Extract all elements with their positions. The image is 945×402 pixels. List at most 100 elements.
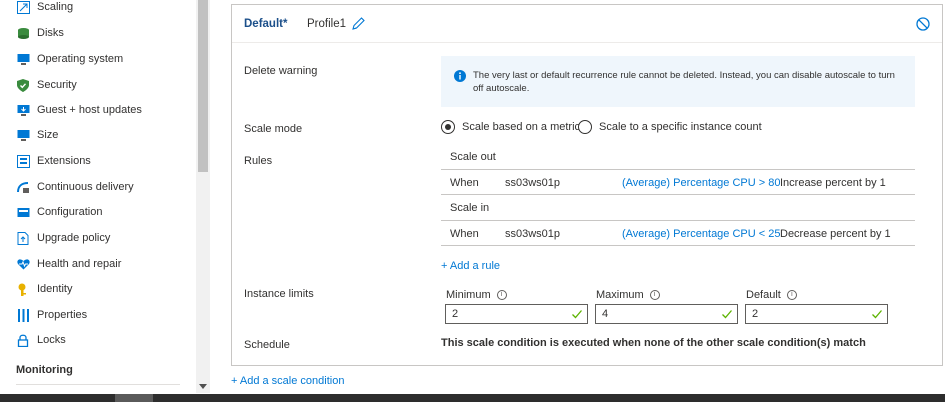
sidebar-item-size[interactable]: Size [0,124,196,146]
scale-based-on-metric-label[interactable]: Scale based on a metric [462,121,580,133]
rule-resource: ss03ws01p [505,228,561,240]
edit-pencil-icon[interactable] [350,16,366,32]
add-scale-condition-link[interactable]: + Add a scale condition [231,375,344,387]
upgrade-policy-icon [16,231,30,245]
scale-mode-label: Scale mode [244,123,303,135]
maximum-value: 4 [602,308,609,320]
schedule-label: Schedule [244,339,290,351]
sidebar-divider [16,384,180,385]
profile-name: Profile1 [307,18,346,30]
sidebar-item-label: Scaling [37,1,74,13]
sidebar-item-label: Disks [37,27,64,39]
sidebar-item-label: Properties [37,309,88,321]
sidebar-item-properties[interactable]: Properties [0,304,196,326]
delete-warning-label: Delete warning [244,65,318,77]
table-row[interactable]: When ss03ws01p (Average) Percentage CPU … [441,220,915,246]
rule-action: Increase percent by 1 [780,177,886,189]
sidebar-section-monitoring: Monitoring [16,364,73,376]
disks-icon [16,26,30,40]
sidebar-item-guest-host-updates[interactable]: Guest + host updates [0,99,196,121]
scale-to-instance-count-label[interactable]: Scale to a specific instance count [599,121,762,133]
taskbar-strip [0,394,945,402]
lock-icon [16,333,30,347]
sidebar-item-label: Configuration [37,206,103,218]
size-monitor-icon [16,128,30,142]
delete-warning-infobox: The very last or default recurrence rule… [441,56,915,107]
health-repair-icon [16,257,30,271]
scale-based-on-metric-radio[interactable] [441,120,455,134]
rule-action: Decrease percent by 1 [780,228,891,240]
disable-condition-icon[interactable] [916,17,930,31]
table-row[interactable]: When ss03ws01p (Average) Percentage CPU … [441,169,915,195]
configuration-icon [16,205,30,219]
valid-check-icon [871,308,883,320]
info-hint-icon[interactable]: i [649,290,660,300]
default-label-text: Default [746,289,781,301]
security-shield-icon [16,78,30,92]
sidebar-item-configuration[interactable]: Configuration [0,201,196,223]
default-value: 2 [752,308,759,320]
sidebar-item-label: Identity [37,283,73,295]
sidebar-item-upgrade-policy[interactable]: Upgrade policy [0,227,196,249]
rules-label: Rules [244,155,273,167]
sidebar-item-label: Size [37,129,59,141]
resource-menu-sidebar: Scaling Disks Operating system Security … [0,0,196,393]
minimum-label: Minimum i [446,289,507,301]
minimum-value: 2 [452,308,459,320]
sidebar-item-health-and-repair[interactable]: Health and repair [0,253,196,275]
continuous-delivery-icon [16,180,30,194]
scrollbar-thumb[interactable] [198,0,208,172]
rule-condition-link[interactable]: (Average) Percentage CPU < 25 [622,228,780,240]
info-hint-icon[interactable]: i [496,290,507,300]
info-icon [454,70,466,82]
scale-out-heading: Scale out [450,151,496,163]
default-label: Default i [746,289,797,301]
sidebar-item-label: Guest + host updates [37,104,142,116]
sidebar-item-label: Extensions [37,155,91,167]
sidebar-item-scaling[interactable]: Scaling [0,0,196,18]
sidebar-item-disks[interactable]: Disks [0,22,196,44]
extensions-icon [16,154,30,168]
sidebar-item-locks[interactable]: Locks [0,329,196,351]
scale-in-heading: Scale in [450,202,490,214]
sidebar-item-label: Security [37,79,77,91]
rule-when: When [450,228,479,240]
maximum-label: Maximum i [596,289,660,301]
rule-condition-link[interactable]: (Average) Percentage CPU > 80 [622,177,780,189]
sidebar-item-identity[interactable]: Identity [0,278,196,300]
condition-name: Default* [244,18,288,30]
minimum-input[interactable]: 2 [445,304,588,324]
valid-check-icon [571,308,583,320]
sidebar-item-label: Health and repair [37,258,122,270]
minimum-label-text: Minimum [446,289,491,301]
scroll-down-arrow-icon[interactable] [198,382,208,390]
rule-resource: ss03ws01p [505,177,561,189]
add-rule-link[interactable]: + Add a rule [441,260,500,272]
sidebar-item-label: Locks [37,334,66,346]
sidebar-item-operating-system[interactable]: Operating system [0,48,196,70]
operating-system-icon [16,52,30,66]
sidebar-item-label: Upgrade policy [37,232,111,244]
sidebar-item-label: Continuous delivery [37,181,134,193]
schedule-text: This scale condition is executed when no… [441,337,866,349]
updates-icon [16,103,30,117]
scale-to-instance-count-radio[interactable] [578,120,592,134]
maximum-input[interactable]: 4 [595,304,738,324]
delete-warning-text: The very last or default recurrence rule… [473,70,895,94]
sidebar-item-continuous-delivery[interactable]: Continuous delivery [0,176,196,198]
scale-condition-card: Default* Profile1 Delete warning The ver… [231,4,943,366]
properties-icon [16,308,30,322]
sidebar-scrollbar[interactable] [196,0,210,393]
sidebar-item-extensions[interactable]: Extensions [0,150,196,172]
sidebar-item-security[interactable]: Security [0,74,196,96]
scaling-icon [16,0,30,14]
rule-when: When [450,177,479,189]
sidebar-item-label: Operating system [37,53,124,65]
identity-key-icon [16,282,30,296]
maximum-label-text: Maximum [596,289,644,301]
instance-limits-label: Instance limits [244,288,314,300]
info-hint-icon[interactable]: i [786,290,797,300]
default-input[interactable]: 2 [745,304,888,324]
taskbar-segment [115,394,153,402]
valid-check-icon [721,308,733,320]
